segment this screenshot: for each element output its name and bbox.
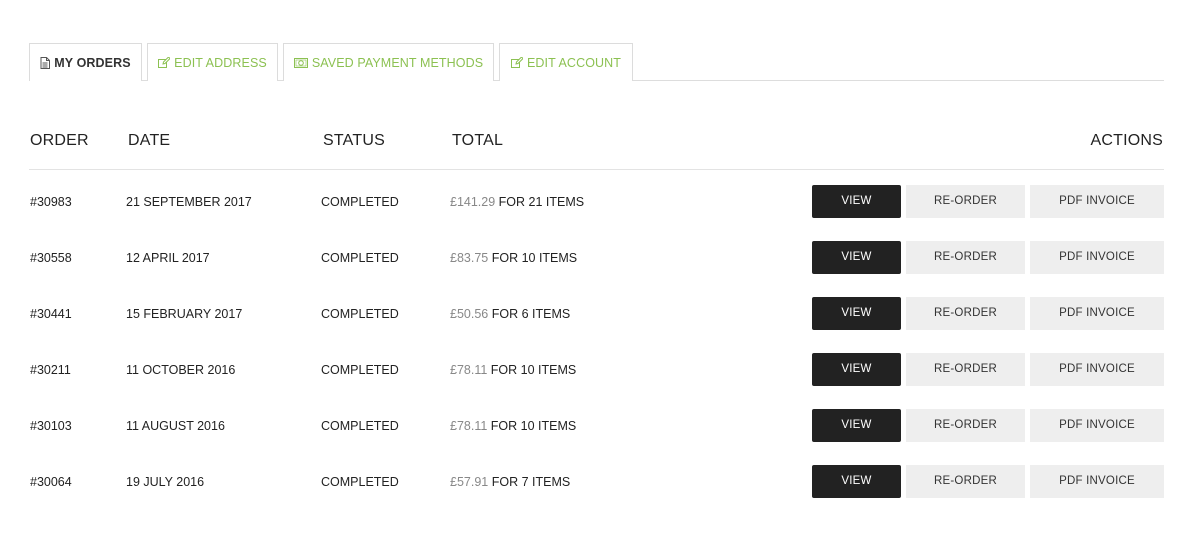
tab-saved-payment-methods[interactable]: SAVED PAYMENT METHODS — [283, 43, 494, 81]
reorder-button[interactable]: RE-ORDER — [906, 353, 1025, 386]
order-status: COMPLETED — [321, 307, 399, 321]
header-date: DATE — [128, 132, 171, 149]
order-item-count: FOR 21 ITEMS — [498, 195, 585, 209]
order-total: £50.56 FOR 6 ITEMS — [450, 297, 570, 331]
money-icon — [293, 57, 308, 68]
order-item-count: FOR 6 ITEMS — [491, 307, 571, 321]
order-total: £141.29 FOR 21 ITEMS — [450, 185, 584, 219]
order-total: £83.75 FOR 10 ITEMS — [450, 241, 577, 275]
edit-icon — [510, 56, 523, 69]
table-row: #30983 21 SEPTEMBER 2017 COMPLETED £141.… — [0, 185, 1181, 219]
order-number: #30983 — [30, 195, 72, 209]
tab-edit-account[interactable]: EDIT ACCOUNT — [499, 43, 633, 81]
order-price: £78.11 — [450, 419, 488, 433]
order-item-count: FOR 10 ITEMS — [490, 419, 577, 433]
table-row: #30211 11 OCTOBER 2016 COMPLETED £78.11 … — [0, 353, 1181, 387]
order-number: #30441 — [30, 307, 72, 321]
tab-label: MY ORDERS — [54, 55, 131, 70]
reorder-button[interactable]: RE-ORDER — [906, 409, 1025, 442]
view-button[interactable]: VIEW — [812, 241, 901, 274]
header-total: TOTAL — [452, 132, 504, 149]
order-status: COMPLETED — [321, 475, 399, 489]
order-price: £83.75 — [450, 251, 489, 265]
order-price: £57.91 — [450, 475, 489, 489]
table-row: #30558 12 APRIL 2017 COMPLETED £83.75 FO… — [0, 241, 1181, 275]
order-date: 11 OCTOBER 2016 — [126, 363, 236, 377]
order-number: #30211 — [30, 363, 71, 377]
order-number: #30558 — [30, 251, 72, 265]
table-row: #30441 15 FEBRUARY 2017 COMPLETED £50.56… — [0, 297, 1181, 331]
order-date: 21 SEPTEMBER 2017 — [126, 195, 252, 209]
order-date: 15 FEBRUARY 2017 — [126, 307, 243, 321]
reorder-button[interactable]: RE-ORDER — [906, 297, 1025, 330]
order-status: COMPLETED — [321, 419, 399, 433]
order-date: 11 AUGUST 2016 — [126, 419, 225, 433]
header-divider — [29, 169, 1164, 170]
tab-label: EDIT ACCOUNT — [526, 55, 622, 70]
view-button[interactable]: VIEW — [812, 409, 901, 442]
header-order: ORDER — [30, 132, 89, 149]
order-total: £78.11 FOR 10 ITEMS — [450, 353, 576, 387]
reorder-button[interactable]: RE-ORDER — [906, 185, 1025, 218]
order-date: 19 JULY 2016 — [126, 475, 205, 489]
view-button[interactable]: VIEW — [812, 185, 901, 218]
edit-icon — [158, 56, 171, 69]
tab-label: EDIT ADDRESS — [174, 55, 267, 70]
tab-my-orders[interactable]: MY ORDERS — [29, 43, 142, 81]
pdf-invoice-button[interactable]: PDF INVOICE — [1030, 241, 1164, 274]
order-status: COMPLETED — [321, 251, 399, 265]
pdf-invoice-button[interactable]: PDF INVOICE — [1030, 409, 1164, 442]
view-button[interactable]: VIEW — [812, 353, 901, 386]
document-icon — [40, 56, 51, 69]
order-item-count: FOR 10 ITEMS — [491, 251, 578, 265]
pdf-invoice-button[interactable]: PDF INVOICE — [1030, 185, 1164, 218]
view-button[interactable]: VIEW — [812, 297, 901, 330]
pdf-invoice-button[interactable]: PDF INVOICE — [1030, 465, 1164, 498]
header-status: STATUS — [323, 132, 385, 149]
table-row: #30103 11 AUGUST 2016 COMPLETED £78.11 F… — [0, 409, 1181, 443]
pdf-invoice-button[interactable]: PDF INVOICE — [1030, 297, 1164, 330]
order-total: £57.91 FOR 7 ITEMS — [450, 465, 570, 499]
order-number: #30103 — [30, 419, 72, 433]
order-price: £78.11 — [450, 363, 488, 377]
reorder-button[interactable]: RE-ORDER — [906, 241, 1025, 274]
order-status: COMPLETED — [321, 195, 399, 209]
tab-label: SAVED PAYMENT METHODS — [311, 55, 484, 70]
order-item-count: FOR 10 ITEMS — [490, 363, 577, 377]
order-status: COMPLETED — [321, 363, 399, 377]
account-tabs: MY ORDERS EDIT ADDRESS SAVED PAYMENT MET… — [29, 43, 1164, 81]
tab-edit-address[interactable]: EDIT ADDRESS — [147, 43, 278, 81]
order-total: £78.11 FOR 10 ITEMS — [450, 409, 576, 443]
order-date: 12 APRIL 2017 — [126, 251, 210, 265]
table-row: #30064 19 JULY 2016 COMPLETED £57.91 FOR… — [0, 465, 1181, 499]
order-number: #30064 — [30, 475, 72, 489]
view-button[interactable]: VIEW — [812, 465, 901, 498]
header-actions: ACTIONS — [1090, 132, 1163, 149]
pdf-invoice-button[interactable]: PDF INVOICE — [1030, 353, 1164, 386]
reorder-button[interactable]: RE-ORDER — [906, 465, 1025, 498]
order-price: £141.29 — [450, 195, 496, 209]
order-price: £50.56 — [450, 307, 489, 321]
order-item-count: FOR 7 ITEMS — [491, 475, 571, 489]
